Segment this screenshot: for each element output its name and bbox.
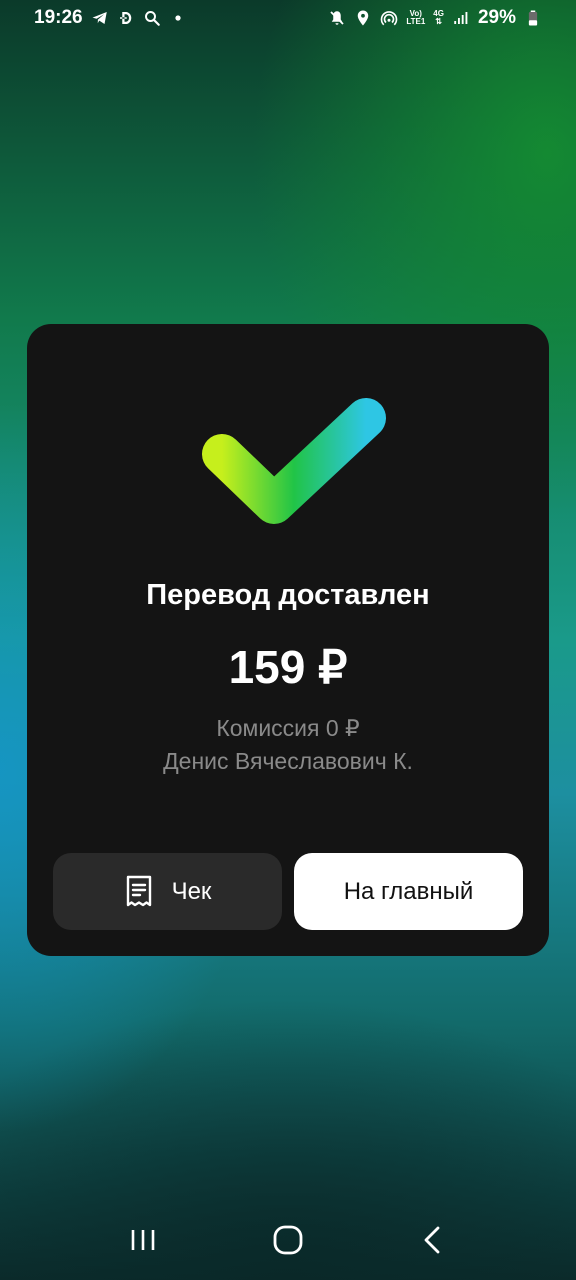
receipt-icon bbox=[124, 875, 154, 909]
status-time: 19:26 bbox=[34, 7, 83, 28]
home-button[interactable]: На главный bbox=[294, 853, 523, 930]
mute-icon bbox=[328, 9, 346, 27]
signal-icon bbox=[452, 9, 470, 27]
receipt-button[interactable]: Чек bbox=[53, 853, 282, 930]
commission-text: Комиссия 0 ₽ bbox=[216, 715, 360, 741]
status-bar: 19:26 Vo) LTE1 4G ⇅ 29% bbox=[0, 0, 576, 36]
success-check-icon bbox=[196, 394, 392, 530]
status-title: Перевод доставлен bbox=[146, 579, 430, 611]
dogecoin-icon bbox=[117, 9, 135, 27]
receipt-button-label: Чек bbox=[171, 877, 212, 905]
search-icon bbox=[143, 9, 161, 27]
battery-icon bbox=[524, 9, 542, 27]
home-button-label: На главный bbox=[343, 877, 474, 905]
status-right: Vo) LTE1 4G ⇅ 29% bbox=[328, 7, 542, 29]
recents-icon[interactable] bbox=[113, 1210, 173, 1270]
back-icon[interactable] bbox=[403, 1210, 463, 1270]
system-nav-bar bbox=[0, 1200, 576, 1280]
location-icon bbox=[354, 9, 372, 27]
dot-icon bbox=[169, 9, 187, 27]
transfer-amount: 159 ₽ bbox=[228, 641, 348, 693]
home-icon[interactable] bbox=[258, 1210, 318, 1270]
network-lte: LTE1 bbox=[406, 17, 426, 26]
battery-percent: 29% bbox=[477, 7, 516, 28]
status-left: 19:26 bbox=[34, 7, 187, 29]
telegram-icon bbox=[91, 9, 109, 27]
network-label: Vo) LTE1 bbox=[406, 10, 425, 26]
network-4g: 4G ⇅ bbox=[433, 10, 444, 26]
recipient-name: Денис Вячеславович К. bbox=[163, 748, 413, 774]
data-arrows-icon: ⇅ bbox=[435, 17, 442, 26]
hotspot-icon bbox=[380, 9, 398, 27]
